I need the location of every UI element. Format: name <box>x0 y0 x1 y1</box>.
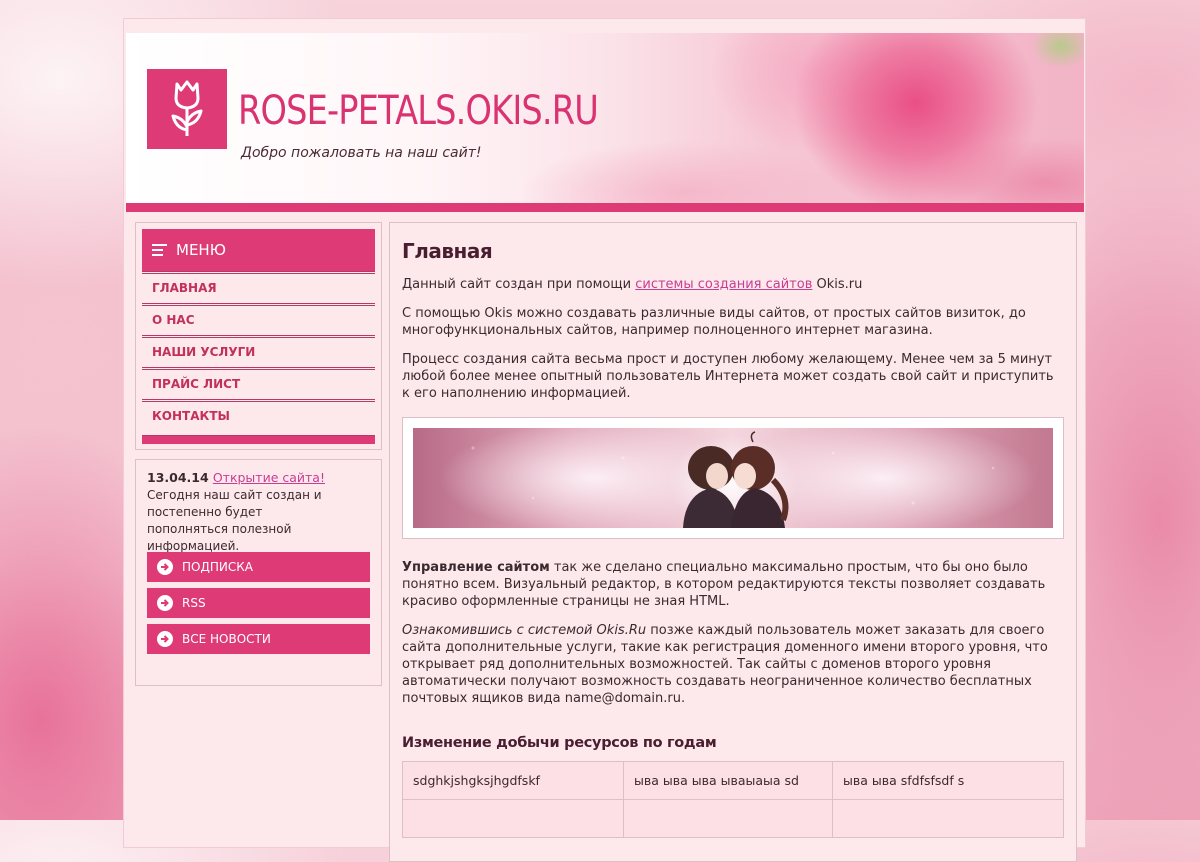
hamburger-icon <box>152 241 167 259</box>
menu-title: МЕНЮ <box>176 241 226 259</box>
page-title: Главная <box>402 239 493 263</box>
sidebar-item-pricelist[interactable]: ПРАЙС ЛИСТ <box>142 367 375 399</box>
news-date: 13.04.14 <box>147 470 209 485</box>
sidebar-menu: МЕНЮ ГЛАВНАЯ О НАС НАШИ УСЛУГИ ПРАЙС ЛИС… <box>135 222 382 450</box>
paragraph-5: Ознакомившись с системой Okis.Ru позже к… <box>402 623 1048 706</box>
news-panel: 13.04.14 Открытие сайта! Сегодня наш сай… <box>135 459 382 686</box>
arrow-right-icon <box>157 595 173 611</box>
table-cell <box>832 799 1064 838</box>
main-content: Главная Данный сайт создан при помощи си… <box>389 222 1077 862</box>
sidebar-item-contacts[interactable]: КОНТАКТЫ <box>142 399 375 431</box>
table-cell: sdghkjshgksjhgdfskf <box>402 761 624 800</box>
site-management-bold: Управление сайтом <box>402 560 550 575</box>
arrow-right-icon <box>157 631 173 647</box>
site-builder-link[interactable]: системы создания сайтов <box>635 277 812 292</box>
table-row <box>402 799 1064 838</box>
paragraph-3: Процесс создания сайта весьма прост и до… <box>402 352 1054 401</box>
site-slogan: Добро пожаловать на наш сайт! <box>241 145 482 161</box>
table-cell: ыва ыва sfdfsfsdf s <box>832 761 1064 800</box>
table-row: sdghkjshgksjhgdfskf ыва ыва ыва ывaыaыa … <box>402 761 1064 800</box>
table-cell <box>402 799 624 838</box>
okis-intro-italic: Ознакомившись с системой Okis.Ru <box>402 623 647 638</box>
couple-illustration <box>471 431 995 528</box>
news-text: Сегодня наш сайт создан и постепенно буд… <box>147 488 322 553</box>
site-header: ROSE-PETALS.OKIS.RU Добро пожаловать на … <box>126 33 1084 203</box>
table-cell <box>623 799 833 838</box>
resource-table: sdghkjshgksjhgdfskf ыва ыва ыва ывaыaыa … <box>402 761 1064 838</box>
sidebar-item-home[interactable]: ГЛАВНАЯ <box>142 271 375 303</box>
anime-banner-image <box>413 428 1053 528</box>
arrow-right-icon <box>157 559 173 575</box>
sidebar-item-services[interactable]: НАШИ УСЛУГИ <box>142 335 375 367</box>
rss-button[interactable]: RSS <box>147 588 370 618</box>
intro-paragraph: Данный сайт создан при помощи системы со… <box>402 277 863 292</box>
all-news-label: ВСЕ НОВОСТИ <box>182 632 271 646</box>
banner-frame <box>402 417 1064 539</box>
sidebar-item-about[interactable]: О НАС <box>142 303 375 335</box>
tulip-icon <box>171 80 203 136</box>
header-decoration <box>1031 33 1084 69</box>
page-container: ROSE-PETALS.OKIS.RU Добро пожаловать на … <box>123 18 1086 862</box>
menu-header: МЕНЮ <box>142 229 375 271</box>
table-title: Изменение добычи ресурсов по годам <box>402 735 717 751</box>
menu-footer <box>142 435 375 444</box>
subscribe-button[interactable]: ПОДПИСКА <box>147 552 370 582</box>
site-logo[interactable] <box>147 69 227 149</box>
header-divider <box>126 203 1084 212</box>
paragraph-4: Управление сайтом так же сделано специал… <box>402 560 1046 609</box>
news-title-link[interactable]: Открытие сайта! <box>213 470 325 485</box>
all-news-button[interactable]: ВСЕ НОВОСТИ <box>147 624 370 654</box>
table-cell: ыва ыва ыва ывaыaыa sd <box>623 761 833 800</box>
site-title[interactable]: ROSE-PETALS.OKIS.RU <box>238 91 599 131</box>
rss-label: RSS <box>182 596 206 610</box>
paragraph-2: С помощью Okis можно создавать различные… <box>402 306 1026 338</box>
subscribe-label: ПОДПИСКА <box>182 560 253 574</box>
